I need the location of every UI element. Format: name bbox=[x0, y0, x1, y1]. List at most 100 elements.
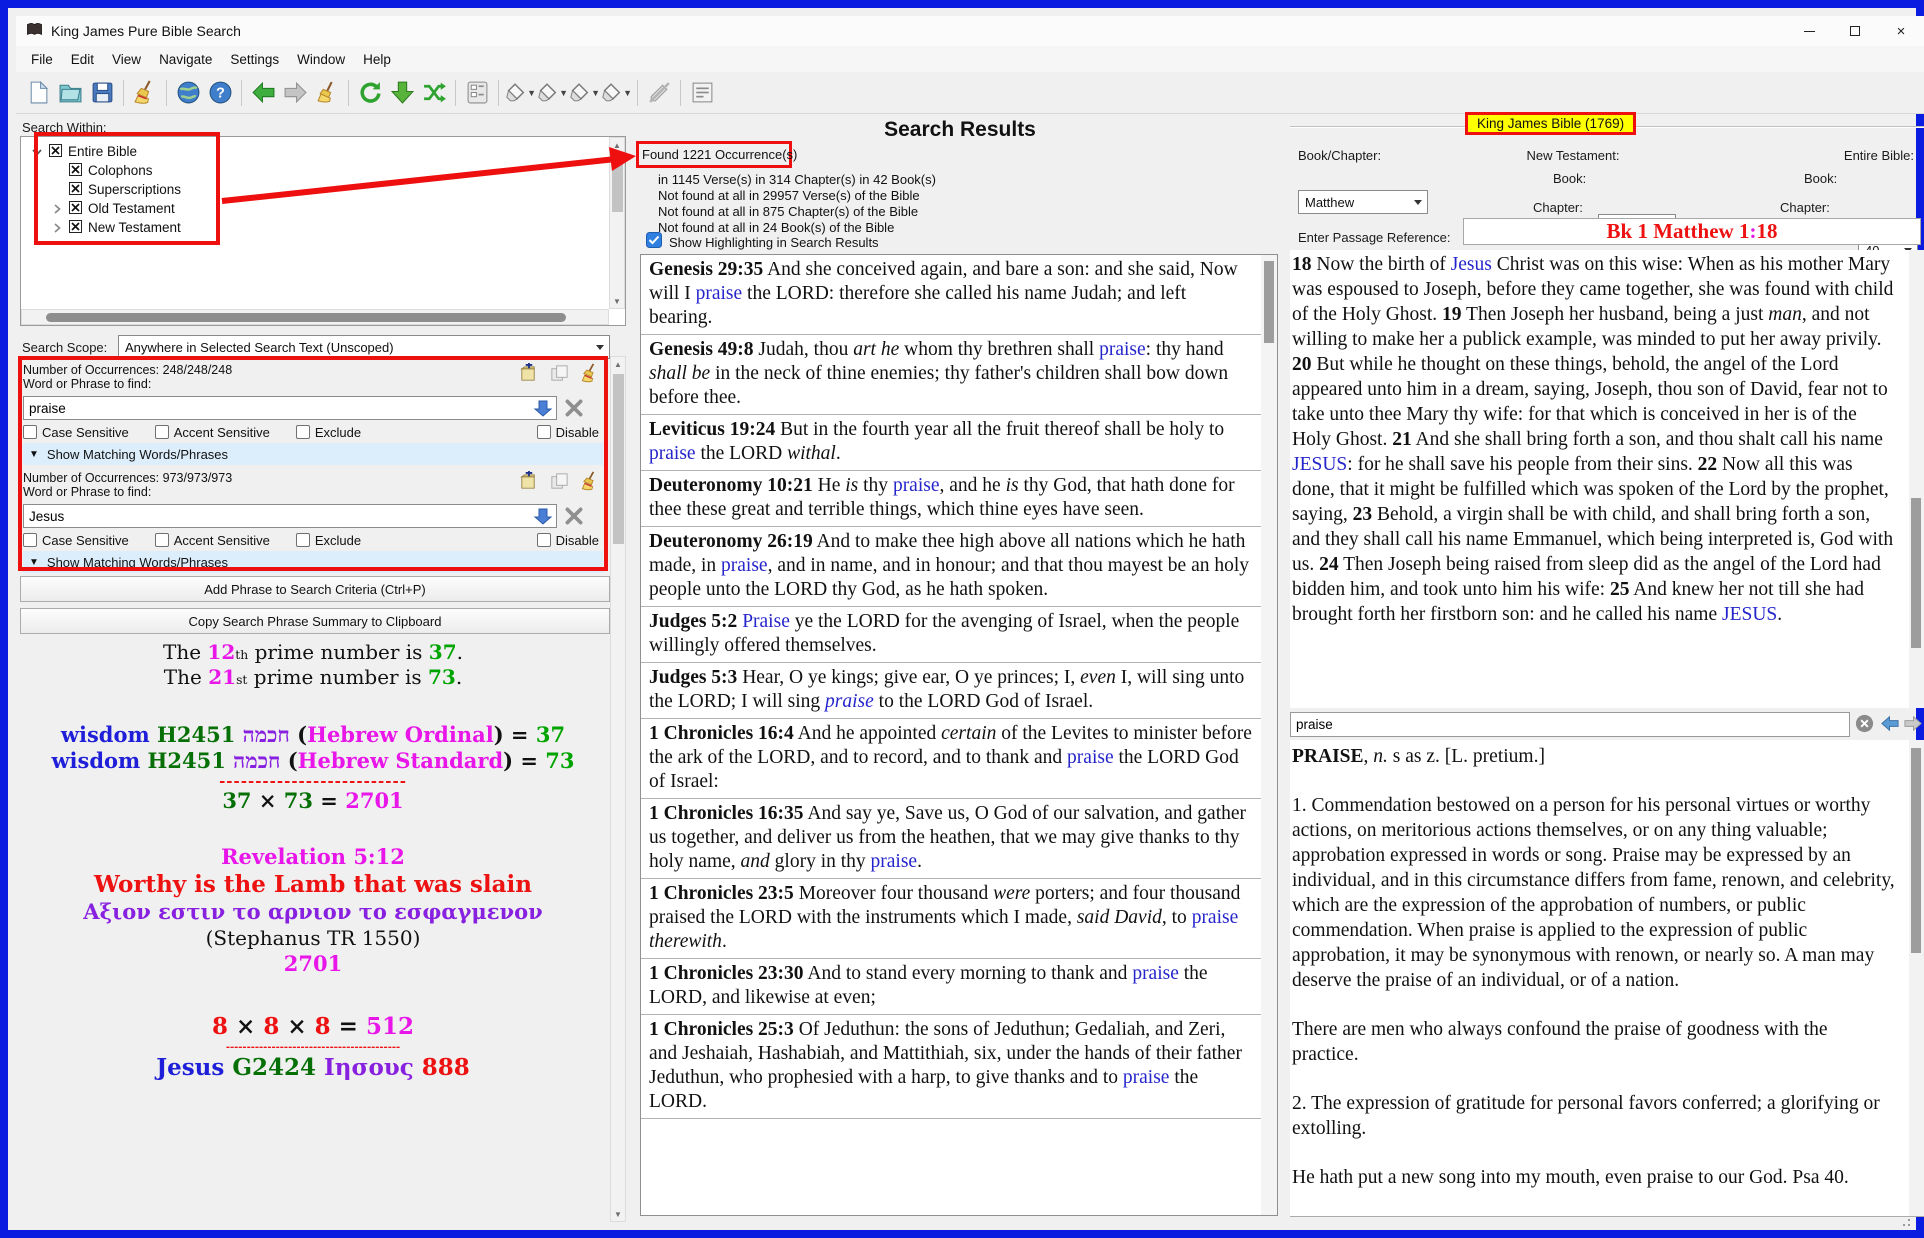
details-view-icon[interactable] bbox=[461, 77, 493, 109]
tree-checkbox-checked[interactable] bbox=[69, 182, 82, 198]
menu-view[interactable]: View bbox=[103, 49, 150, 70]
nav-back-icon[interactable] bbox=[247, 77, 279, 109]
search-result-verse[interactable]: Deuteronomy 26:19 And to make thee high … bbox=[641, 527, 1261, 607]
scripture-browser[interactable]: 18 Now the birth of Jesus Christ was on … bbox=[1290, 250, 1924, 708]
case-sensitive-checkbox[interactable] bbox=[23, 533, 37, 547]
menu-window[interactable]: Window bbox=[288, 49, 354, 70]
accent-sensitive-checkbox[interactable] bbox=[155, 533, 169, 547]
save-icon[interactable] bbox=[86, 77, 118, 109]
highlighter-2-icon[interactable]: ▼ bbox=[536, 77, 568, 109]
results-scrollbar[interactable] bbox=[1261, 255, 1277, 1215]
matching-words-dropdown-icon[interactable] bbox=[533, 398, 553, 418]
search-result-verse[interactable]: Leviticus 19:24 But in the fourth year a… bbox=[641, 415, 1261, 471]
duplicate-phrase-icon[interactable] bbox=[549, 471, 570, 497]
search-result-verse[interactable]: 1 Chronicles 16:35 And say ye, Save us, … bbox=[641, 799, 1261, 879]
left-pane-scroll-thumb[interactable] bbox=[613, 374, 624, 544]
tree-expander-icon[interactable] bbox=[51, 222, 63, 234]
nav-forward-icon[interactable] bbox=[279, 77, 311, 109]
edit-disabled-icon[interactable] bbox=[643, 77, 675, 109]
clear-phrase-broom-icon[interactable] bbox=[580, 363, 601, 389]
menu-edit[interactable]: Edit bbox=[62, 49, 103, 70]
open-file-icon[interactable] bbox=[54, 77, 86, 109]
download-arrow-icon[interactable] bbox=[386, 77, 418, 109]
disable-checkbox[interactable] bbox=[537, 533, 551, 547]
minimize-button[interactable] bbox=[1786, 16, 1832, 46]
results-scroll-thumb[interactable] bbox=[1264, 261, 1274, 343]
passage-reference-input[interactable]: Bk 1 Matthew 1:18 bbox=[1463, 218, 1921, 245]
exclude-checkbox[interactable] bbox=[296, 425, 310, 439]
tree-item-new-testament[interactable]: New Testament bbox=[51, 218, 181, 237]
menu-help[interactable]: Help bbox=[354, 49, 400, 70]
search-result-verse[interactable]: 1 Chronicles 23:30 And to stand every mo… bbox=[641, 959, 1261, 1015]
history-forward-icon[interactable] bbox=[1902, 713, 1924, 736]
book-dropdown[interactable]: Matthew bbox=[1298, 190, 1428, 214]
show-highlighting-checkbox[interactable] bbox=[646, 232, 662, 253]
menu-settings[interactable]: Settings bbox=[221, 49, 288, 70]
history-back-icon[interactable] bbox=[1878, 713, 1901, 736]
help-icon[interactable]: ? bbox=[204, 77, 236, 109]
tree-checkbox-checked[interactable] bbox=[49, 144, 62, 160]
left-pane-scrollbar[interactable]: ▲ ▼ bbox=[610, 356, 626, 1222]
highlighter-3-icon[interactable]: ▼ bbox=[568, 77, 600, 109]
menu-file[interactable]: File bbox=[22, 49, 62, 70]
tree-item-superscriptions[interactable]: Superscriptions bbox=[51, 180, 181, 199]
add-phrase-button[interactable]: Add Phrase to Search Criteria (Ctrl+P) bbox=[20, 576, 610, 602]
case-sensitive-checkbox[interactable] bbox=[23, 425, 37, 439]
highlighter-4-icon[interactable]: ▼ bbox=[600, 77, 632, 109]
search-result-verse[interactable]: Genesis 29:35 And she conceived again, a… bbox=[641, 255, 1261, 335]
tree-item-colophons[interactable]: Colophons bbox=[51, 161, 153, 180]
copy-search-summary-button[interactable]: Copy Search Phrase Summary to Clipboard bbox=[20, 608, 610, 634]
tree-hscroll-thumb[interactable] bbox=[46, 313, 566, 322]
phrase-input[interactable] bbox=[23, 504, 557, 528]
show-matching-toggle[interactable]: ▼Show Matching Words/Phrases bbox=[23, 551, 603, 573]
search-within-tree[interactable]: Entire BibleColophonsSuperscriptionsOld … bbox=[20, 136, 626, 326]
search-result-verse[interactable]: Deuteronomy 10:21 He is thy praise, and … bbox=[641, 471, 1261, 527]
highlighter-1-icon[interactable]: ▼ bbox=[504, 77, 536, 109]
shuffle-icon[interactable] bbox=[418, 77, 450, 109]
scripture-scrollbar[interactable] bbox=[1909, 250, 1924, 708]
globe-icon[interactable] bbox=[172, 77, 204, 109]
tree-expander-icon[interactable] bbox=[31, 146, 43, 158]
show-matching-toggle[interactable]: ▼Show Matching Words/Phrases bbox=[23, 443, 603, 465]
menu-navigate[interactable]: Navigate bbox=[150, 49, 221, 70]
tree-checkbox-checked[interactable] bbox=[69, 201, 82, 217]
add-note-icon[interactable] bbox=[518, 471, 539, 497]
refresh-icon[interactable] bbox=[354, 77, 386, 109]
add-note-icon[interactable] bbox=[518, 363, 539, 389]
close-button[interactable]: × bbox=[1878, 16, 1924, 46]
search-result-verse[interactable]: 1 Chronicles 25:3 Of Jeduthun: the sons … bbox=[641, 1015, 1261, 1119]
small-broom-icon[interactable] bbox=[311, 77, 343, 109]
search-result-verse[interactable]: Judges 5:3 Hear, O ye kings; give ear, O… bbox=[641, 663, 1261, 719]
tree-checkbox-checked[interactable] bbox=[69, 220, 82, 236]
matching-words-dropdown-icon[interactable] bbox=[533, 506, 553, 526]
tree-vertical-scrollbar[interactable]: ▲ ▼ bbox=[609, 137, 625, 309]
exclude-checkbox[interactable] bbox=[296, 533, 310, 547]
dictionary-scroll-thumb[interactable] bbox=[1911, 748, 1921, 953]
scripture-scroll-thumb[interactable] bbox=[1911, 498, 1921, 648]
dictionary-scrollbar[interactable] bbox=[1909, 740, 1924, 1216]
tree-scroll-thumb[interactable] bbox=[612, 154, 623, 212]
search-result-verse[interactable]: Judges 5:2 Praise ye the LORD for the av… bbox=[641, 607, 1261, 663]
resize-grip[interactable] bbox=[1896, 1212, 1910, 1226]
dictionary-search-input[interactable] bbox=[1290, 712, 1850, 737]
clear-phrase-broom-icon[interactable] bbox=[580, 471, 601, 497]
clear-phrase-x-icon[interactable] bbox=[563, 397, 585, 419]
phrase-input[interactable] bbox=[23, 396, 557, 420]
clear-phrase-x-icon[interactable] bbox=[563, 505, 585, 527]
disable-checkbox[interactable] bbox=[537, 425, 551, 439]
clean-broom-icon[interactable] bbox=[129, 77, 161, 109]
duplicate-phrase-icon[interactable] bbox=[549, 363, 570, 389]
search-result-verse[interactable]: 1 Chronicles 16:4 And he appointed certa… bbox=[641, 719, 1261, 799]
scroll-up-icon[interactable]: ▲ bbox=[610, 138, 624, 152]
search-scope-dropdown[interactable]: Anywhere in Selected Search Text (Unscop… bbox=[118, 335, 610, 359]
search-result-verse[interactable]: 1 Chronicles 23:5 Moreover four thousand… bbox=[641, 879, 1261, 959]
search-results-list[interactable]: Genesis 29:35 And she conceived again, a… bbox=[640, 254, 1278, 1216]
scroll-down-icon[interactable]: ▼ bbox=[611, 1207, 625, 1221]
tree-item-old-testament[interactable]: Old Testament bbox=[51, 199, 175, 218]
scroll-up-icon[interactable]: ▲ bbox=[611, 357, 625, 371]
clear-search-icon[interactable] bbox=[1853, 713, 1876, 736]
accent-sensitive-checkbox[interactable] bbox=[155, 425, 169, 439]
scroll-down-icon[interactable]: ▼ bbox=[610, 294, 624, 308]
user-notes-pane[interactable]: The 12th prime number is 37.The 21st pri… bbox=[20, 640, 606, 1220]
new-document-icon[interactable] bbox=[22, 77, 54, 109]
